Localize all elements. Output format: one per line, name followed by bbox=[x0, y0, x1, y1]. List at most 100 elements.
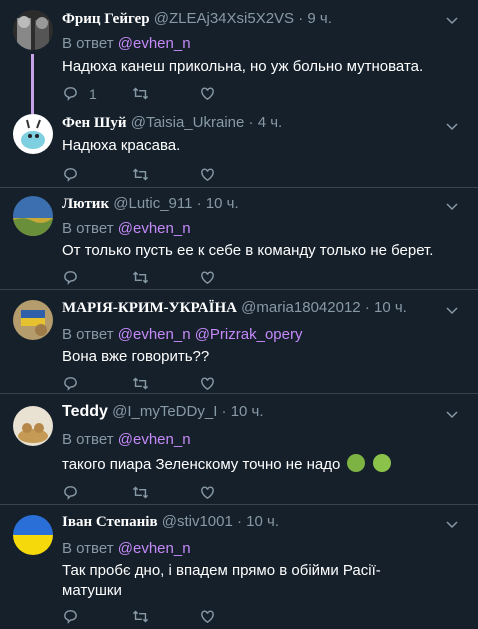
retweet-button[interactable] bbox=[132, 484, 149, 501]
retweet-icon bbox=[132, 610, 149, 623]
tweet-text: Надюха канеш прикольна, но уж больно мут… bbox=[62, 58, 424, 75]
user-handle[interactable]: @I_myTeDDy_I bbox=[112, 403, 217, 420]
reply-button[interactable] bbox=[62, 484, 79, 501]
reply-icon bbox=[64, 377, 77, 391]
mention-link[interactable]: @evhen_n bbox=[118, 220, 191, 237]
display-name[interactable]: Фриц Гейгер bbox=[62, 11, 150, 27]
tweet-header: Фен Шуй @Taisia_Ukraine · 4 ч. bbox=[62, 113, 282, 133]
retweet-button[interactable] bbox=[132, 85, 149, 102]
retweet-button[interactable] bbox=[132, 269, 149, 286]
chevron-down-icon[interactable] bbox=[446, 408, 458, 420]
retweet-icon bbox=[132, 377, 149, 390]
thread-line bbox=[31, 54, 34, 114]
separator: · bbox=[364, 299, 370, 316]
avatar[interactable] bbox=[13, 515, 53, 555]
tweet-header: Фриц Гейгер @ZLEAj34Xsi5X2VS · 9 ч. bbox=[62, 9, 332, 29]
timestamp[interactable]: 10 ч. bbox=[206, 195, 239, 212]
separator: · bbox=[221, 403, 227, 420]
vomiting-face-icon bbox=[372, 454, 391, 472]
heart-icon bbox=[201, 610, 214, 624]
timestamp[interactable]: 9 ч. bbox=[307, 10, 332, 27]
reply-icon bbox=[64, 610, 77, 624]
chevron-down-icon[interactable] bbox=[446, 14, 458, 26]
tweet-5[interactable]: Teddy @I_myTeDDy_I · 10 ч. В ответ @evhe… bbox=[0, 394, 478, 505]
tweet-text-content: такого пиара Зеленскому точно не надо bbox=[62, 456, 341, 473]
nauseated-face-icon bbox=[347, 454, 366, 472]
like-button[interactable] bbox=[199, 608, 216, 625]
reply-button[interactable] bbox=[62, 608, 79, 625]
heart-icon bbox=[201, 271, 214, 285]
tweet-3[interactable]: Лютик @Lutic_911 · 10 ч. В ответ @evhen_… bbox=[0, 188, 478, 290]
chevron-down-icon[interactable] bbox=[446, 200, 458, 212]
avatar[interactable] bbox=[13, 114, 53, 154]
reply-icon bbox=[64, 168, 77, 182]
like-button[interactable] bbox=[199, 85, 216, 102]
user-handle[interactable]: @Lutic_911 bbox=[113, 195, 192, 212]
retweet-icon bbox=[132, 87, 149, 100]
avatar[interactable] bbox=[13, 196, 53, 236]
display-name[interactable]: Лютик bbox=[62, 196, 109, 212]
mention-link[interactable]: @evhen_n bbox=[118, 326, 191, 343]
avatar[interactable] bbox=[13, 10, 53, 50]
chevron-down-icon[interactable] bbox=[446, 304, 458, 316]
tweet-1[interactable]: Фриц Гейгер @ZLEAj34Xsi5X2VS · 9 ч. В от… bbox=[0, 0, 478, 114]
reply-icon bbox=[64, 271, 77, 285]
user-handle[interactable]: @Taisia_Ukraine bbox=[131, 114, 245, 131]
reply-count: 1 bbox=[89, 85, 97, 102]
display-name[interactable]: МАРІЯ-КРИМ-УКРАЇНА bbox=[62, 300, 237, 316]
heart-icon bbox=[201, 486, 214, 500]
heart-icon bbox=[201, 377, 214, 391]
chevron-down-icon[interactable] bbox=[446, 518, 458, 530]
mention-link[interactable]: @evhen_n bbox=[118, 540, 191, 557]
reply-button[interactable]: 1 bbox=[62, 85, 97, 102]
tweet-text: Надюха красава. bbox=[62, 137, 181, 154]
timestamp[interactable]: 10 ч. bbox=[246, 513, 279, 530]
reply-context: В ответ @evhen_n bbox=[62, 540, 191, 557]
like-button[interactable] bbox=[199, 269, 216, 286]
tweet-2[interactable]: Фен Шуй @Taisia_Ukraine · 4 ч. Надюха кр… bbox=[0, 112, 478, 188]
tweet-header: Лютик @Lutic_911 · 10 ч. bbox=[62, 194, 239, 214]
tweet-4[interactable]: МАРІЯ-КРИМ-УКРАЇНА @maria18042012 · 10 ч… bbox=[0, 290, 478, 394]
reply-button[interactable] bbox=[62, 166, 79, 183]
like-button[interactable] bbox=[199, 375, 216, 392]
retweet-icon bbox=[132, 168, 149, 181]
like-button[interactable] bbox=[199, 166, 216, 183]
tweet-text: такого пиара Зеленскому точно не надо bbox=[62, 454, 462, 475]
tweet-text: Вона вже говорить?? bbox=[62, 348, 210, 365]
reply-button[interactable] bbox=[62, 269, 79, 286]
display-name[interactable]: Teddy bbox=[62, 403, 108, 420]
reply-button[interactable] bbox=[62, 375, 79, 392]
timestamp[interactable]: 4 ч. bbox=[258, 114, 283, 131]
retweet-button[interactable] bbox=[132, 375, 149, 392]
reply-context: В ответ @evhen_n @Prizrak_opery bbox=[62, 326, 303, 343]
display-name[interactable]: Фен Шуй bbox=[62, 115, 127, 131]
user-handle[interactable]: @ZLEAj34Xsi5X2VS bbox=[154, 10, 294, 27]
reply-context: В ответ @evhen_n bbox=[62, 35, 191, 52]
tweet-text: От только пусть ее к себе в команду толь… bbox=[62, 242, 434, 259]
mention-link-2[interactable]: @Prizrak_opery bbox=[195, 326, 303, 343]
retweet-button[interactable] bbox=[132, 166, 149, 183]
tweet-header: Іван Степанів @stiv1001 · 10 ч. bbox=[62, 512, 279, 532]
chevron-down-icon[interactable] bbox=[446, 120, 458, 132]
mention-link[interactable]: @evhen_n bbox=[118, 431, 191, 448]
mention-link[interactable]: @evhen_n bbox=[118, 35, 191, 52]
retweet-button[interactable] bbox=[132, 608, 149, 625]
separator: · bbox=[237, 513, 242, 530]
separator: · bbox=[298, 10, 304, 27]
heart-icon bbox=[201, 87, 214, 101]
tweet-header: Teddy @I_myTeDDy_I · 10 ч. bbox=[62, 402, 264, 422]
separator: · bbox=[196, 195, 202, 212]
tweet-6[interactable]: Іван Степанів @stiv1001 · 10 ч. В ответ … bbox=[0, 505, 478, 629]
timestamp[interactable]: 10 ч. bbox=[374, 299, 407, 316]
heart-icon bbox=[201, 168, 214, 182]
avatar[interactable] bbox=[13, 300, 53, 340]
user-handle[interactable]: @maria18042012 bbox=[241, 299, 360, 316]
like-button[interactable] bbox=[199, 484, 216, 501]
avatar[interactable] bbox=[13, 406, 53, 446]
timestamp[interactable]: 10 ч. bbox=[231, 403, 264, 420]
display-name[interactable]: Іван Степанів bbox=[62, 514, 158, 530]
reply-context: В ответ @evhen_n bbox=[62, 431, 191, 448]
tweet-text: Так пробє дно, і впадем прямо в обійми Р… bbox=[62, 562, 381, 599]
retweet-icon bbox=[132, 486, 149, 499]
user-handle[interactable]: @stiv1001 bbox=[162, 513, 233, 530]
